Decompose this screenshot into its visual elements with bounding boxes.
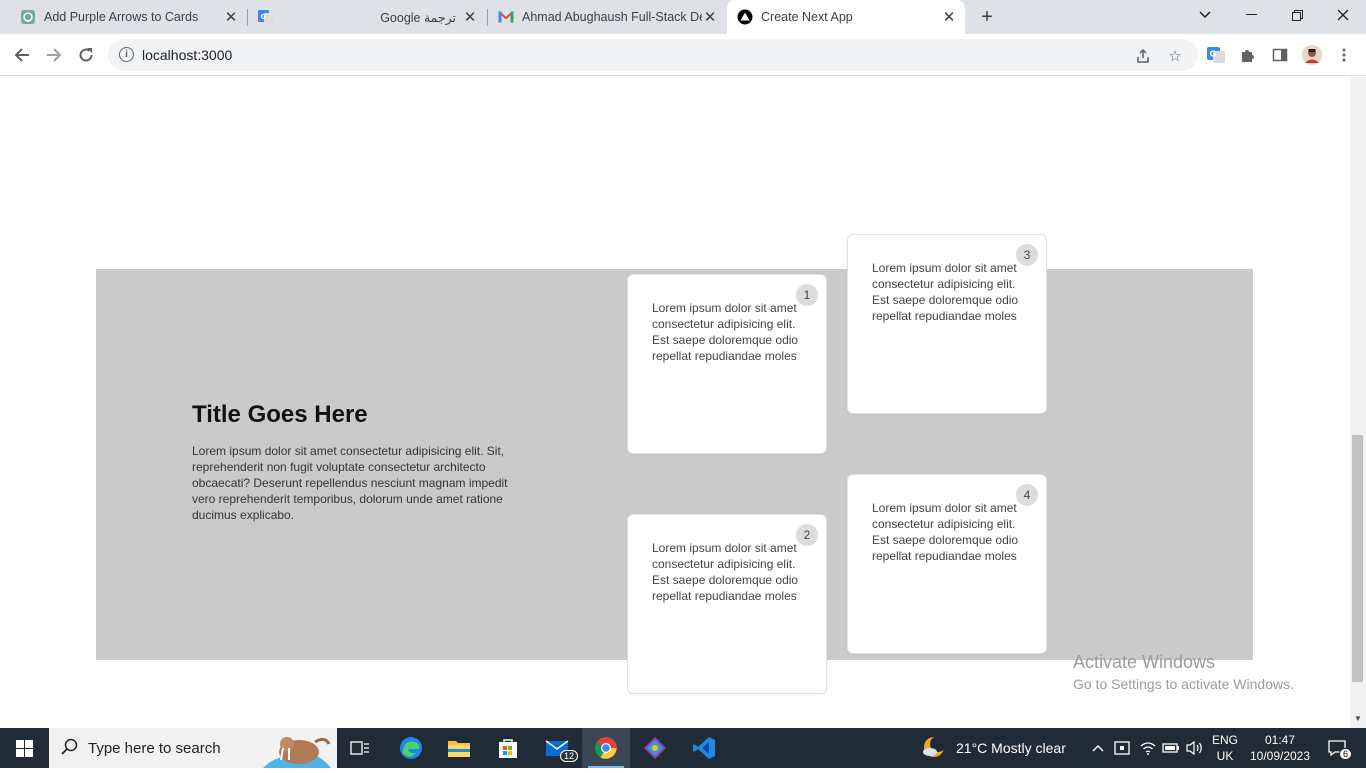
mail-unread-badge: 12	[559, 750, 578, 762]
tab-gmail[interactable]: Ahmad Abughaush Full-Stack De ✕	[488, 0, 726, 34]
scrollbar-thumb[interactable]	[1352, 435, 1363, 682]
clock-date: 10/09/2023	[1249, 749, 1311, 763]
watermark-subtitle: Go to Settings to activate Windows.	[1073, 676, 1294, 692]
card-text: Lorem ipsum dolor sit amet consectetur a…	[872, 261, 1019, 323]
tab-chatgpt[interactable]: Add Purple Arrows to Cards ✕	[0, 0, 247, 34]
task-view-icon[interactable]	[336, 728, 384, 768]
region-code: UK	[1216, 749, 1234, 763]
extensions-puzzle-icon[interactable]	[1238, 45, 1258, 65]
card-4: 4 Lorem ipsum dolor sit amet consectetur…	[847, 474, 1047, 654]
scroll-down-arrow-icon[interactable]: ▼	[1353, 714, 1363, 724]
minimize-button[interactable]	[1228, 0, 1274, 30]
card-text: Lorem ipsum dolor sit amet consectetur a…	[652, 301, 799, 363]
close-tab-icon[interactable]: ✕	[702, 9, 718, 26]
intro-description: Lorem ipsum dolor sit amet consectetur a…	[192, 444, 508, 522]
weather-moon-icon	[922, 735, 946, 762]
activate-windows-watermark: Activate Windows Go to Settings to activ…	[1073, 651, 1294, 695]
chrome-icon[interactable]	[582, 728, 630, 768]
bookmark-star-icon[interactable]: ☆	[1166, 47, 1184, 65]
card-1: 1 Lorem ipsum dolor sit amet consectetur…	[627, 274, 827, 454]
tab-google-translate[interactable]: G Google ترجمة ✕	[248, 0, 486, 34]
card-text: Lorem ipsum dolor sit amet consectetur a…	[652, 541, 799, 603]
back-button[interactable]	[8, 41, 36, 69]
google-translate-extension-icon[interactable]: G	[1206, 45, 1226, 65]
site-info-icon[interactable]: i	[119, 47, 134, 62]
tab-title: Ahmad Abughaush Full-Stack De	[522, 10, 702, 24]
reload-button[interactable]	[72, 41, 100, 69]
edge-browser-icon[interactable]	[387, 728, 435, 768]
tab-title: Add Purple Arrows to Cards	[44, 10, 199, 24]
new-tab-button[interactable]: +	[976, 6, 998, 28]
weather-widget[interactable]: 21°C Mostly clear	[922, 728, 1066, 768]
notification-center-icon[interactable]: 6	[1322, 728, 1352, 768]
microsoft-store-icon[interactable]	[484, 728, 532, 768]
close-tab-icon[interactable]: ✕	[462, 9, 478, 26]
restore-button[interactable]	[1274, 0, 1320, 30]
share-icon[interactable]	[1134, 47, 1152, 65]
wifi-icon[interactable]	[1140, 728, 1156, 768]
url-text[interactable]: localhost:3000	[142, 47, 232, 63]
mail-icon[interactable]: 12	[534, 728, 582, 768]
search-icon	[61, 738, 79, 761]
chatgpt-icon	[20, 9, 36, 25]
search-placeholder: Type here to search	[88, 740, 221, 757]
vscode-icon[interactable]	[680, 728, 728, 768]
watermark-title: Activate Windows	[1073, 652, 1216, 672]
language-code: ENG	[1212, 733, 1239, 747]
card-2: 2 Lorem ipsum dolor sit amet consectetur…	[627, 514, 827, 694]
weather-text: 21°C Mostly clear	[956, 740, 1066, 756]
walrus-search-highlight-icon	[259, 730, 335, 773]
close-tab-icon[interactable]: ✕	[941, 9, 957, 26]
tab-create-next-app[interactable]: Create Next App ✕	[727, 0, 965, 34]
taskbar-search-box[interactable]: Type here to search	[49, 728, 337, 768]
tab-search-chevron-icon[interactable]	[1182, 0, 1228, 30]
profile-avatar[interactable]	[1302, 45, 1322, 65]
google-translate-icon: G	[258, 9, 274, 25]
tab-title: Google ترجمة	[380, 10, 456, 25]
windows-logo-icon	[15, 739, 33, 757]
address-bar[interactable]: i localhost:3000 ☆	[108, 39, 1198, 71]
tab-strip: Add Purple Arrows to Cards ✕ G Google تر…	[0, 0, 1366, 34]
side-panel-icon[interactable]	[1270, 45, 1290, 65]
browser-toolbar: i localhost:3000 ☆ G	[0, 34, 1366, 76]
gmail-icon	[498, 9, 514, 25]
svg-text:G: G	[1210, 50, 1217, 59]
notification-count-badge: 6	[1338, 748, 1352, 760]
volume-icon[interactable]	[1186, 728, 1204, 768]
card-3: 3 Lorem ipsum dolor sit amet consectetur…	[847, 234, 1047, 414]
meet-now-icon[interactable]	[1114, 728, 1132, 768]
page-viewport: Title Goes Here Lorem ipsum dolor sit am…	[0, 77, 1350, 728]
battery-icon[interactable]	[1162, 728, 1180, 768]
language-indicator[interactable]: ENG UK	[1212, 728, 1238, 768]
tab-title: Create Next App	[761, 10, 853, 24]
file-explorer-icon[interactable]	[435, 728, 483, 768]
card-text: Lorem ipsum dolor sit amet consectetur a…	[872, 501, 1019, 563]
windows-taskbar: Type here to search 12 21°C Mostly clear	[0, 728, 1366, 768]
start-button[interactable]	[0, 728, 48, 768]
git-client-icon[interactable]	[631, 728, 679, 768]
show-hidden-icons-chevron-icon[interactable]	[1092, 728, 1104, 768]
nextjs-icon	[737, 9, 753, 25]
close-tab-icon[interactable]: ✕	[223, 9, 239, 26]
page-title: Title Goes Here	[192, 401, 368, 428]
forward-button[interactable]	[40, 41, 68, 69]
more-menu-icon[interactable]	[1334, 45, 1354, 65]
clock-time: 01:47	[1264, 733, 1296, 747]
intro-block: Title Goes Here Lorem ipsum dolor sit am…	[192, 401, 522, 523]
svg-text:G: G	[261, 13, 267, 21]
close-window-button[interactable]	[1320, 0, 1366, 30]
clock[interactable]: 01:47 10/09/2023	[1248, 728, 1312, 768]
